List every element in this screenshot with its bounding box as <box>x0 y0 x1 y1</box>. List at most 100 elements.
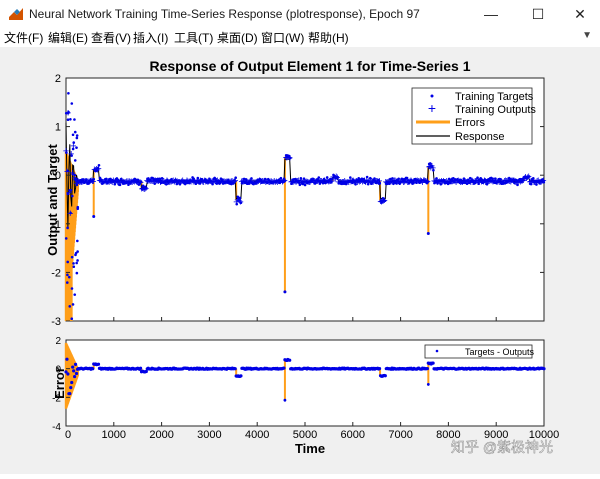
error-point <box>239 374 243 378</box>
target-point <box>66 273 69 277</box>
error-point <box>68 392 72 396</box>
error-point <box>377 366 382 371</box>
target-point <box>234 176 237 180</box>
error-point <box>431 361 435 365</box>
target-point <box>289 156 292 160</box>
target-point <box>75 136 79 140</box>
legend-response-label: Response <box>455 131 505 143</box>
response-y-tick-label: 1 <box>55 122 61 134</box>
x-axis-label: Time <box>295 441 325 456</box>
target-point <box>69 211 72 215</box>
x-tick-label: 2000 <box>149 429 173 441</box>
target-point <box>283 179 287 182</box>
x-tick-label: 7000 <box>388 429 412 441</box>
error-point <box>70 380 74 385</box>
watermark-text: 知乎 @紫极神光 <box>451 439 553 455</box>
target-point <box>64 237 68 240</box>
target-point <box>283 290 287 294</box>
error-point <box>283 398 287 402</box>
error-point <box>542 367 546 371</box>
target-point <box>70 317 74 321</box>
target-point <box>67 91 70 95</box>
menu-file[interactable]: 文件(F) <box>4 29 43 46</box>
error-point <box>69 386 73 390</box>
target-point <box>542 180 546 184</box>
target-point <box>70 154 73 157</box>
maximize-icon[interactable]: ☐ <box>516 0 560 28</box>
x-tick-label: 1000 <box>102 429 126 441</box>
error-point <box>426 383 430 386</box>
target-point <box>76 259 79 262</box>
menu-window[interactable]: 窗口(W) <box>261 29 304 46</box>
target-point <box>70 102 74 105</box>
target-point <box>73 159 77 162</box>
menu-insert[interactable]: 插入(I) <box>133 29 168 46</box>
target-point <box>75 271 79 275</box>
target-point <box>97 163 101 167</box>
target-point <box>73 293 77 296</box>
menu-edit[interactable]: 编辑(E) <box>48 29 88 46</box>
response-y-tick-label: -3 <box>51 316 61 328</box>
target-point <box>69 117 72 121</box>
figure-canvas: + + + + + + + + + + + + + + + + + + + + + + + + + + + + + + + + + + + + + + + +… <box>0 47 600 474</box>
target-point <box>66 226 69 230</box>
error-y-tick-label: 2 <box>55 336 61 347</box>
legend-errors-label: Errors <box>455 117 485 129</box>
target-point <box>65 281 69 284</box>
close-icon[interactable]: ✕ <box>558 0 600 28</box>
legend-outputs-label: Training Outputs <box>455 104 536 116</box>
target-point <box>432 168 435 172</box>
legend-targets-marker <box>430 94 434 98</box>
error-point <box>72 369 76 373</box>
target-point <box>69 188 73 192</box>
error-point <box>65 357 69 361</box>
target-point <box>66 118 70 122</box>
error-point <box>73 362 78 367</box>
target-point <box>72 262 75 265</box>
target-point <box>92 177 96 181</box>
target-point <box>75 261 78 265</box>
target-point <box>71 303 75 306</box>
legend-targets-label: Training Targets <box>455 91 534 103</box>
error-point <box>73 374 77 379</box>
menu-help[interactable]: 帮助(H) <box>308 29 349 46</box>
target-point <box>92 215 96 219</box>
menu-view[interactable]: 查看(V) <box>91 29 131 46</box>
legend-error-label: Targets - Outputs <box>465 347 535 357</box>
target-point <box>68 305 72 308</box>
target-point <box>70 255 74 259</box>
x-tick-label: 6000 <box>341 429 365 441</box>
error-point <box>383 374 387 378</box>
target-point <box>67 275 71 279</box>
error-point <box>96 362 101 366</box>
x-tick-label: 5000 <box>293 429 317 441</box>
window-titlebar: Neural Network Training Time-Series Resp… <box>0 0 600 29</box>
target-point <box>71 133 75 137</box>
error-point <box>282 366 286 370</box>
output-marker: + <box>430 162 436 174</box>
menu-tools[interactable]: 工具(T) <box>174 29 213 46</box>
response-y-tick-label: -2 <box>51 267 61 279</box>
menu-desktop[interactable]: 桌面(D) <box>217 29 258 46</box>
chevron-down-icon[interactable]: ▼ <box>582 30 592 41</box>
x-tick-label: 3000 <box>197 429 221 441</box>
target-point <box>66 111 70 115</box>
response-legend[interactable]: Training Targets + Training Outputs Erro… <box>411 87 536 145</box>
target-point <box>66 260 70 264</box>
error-point <box>425 366 429 371</box>
target-point <box>71 194 74 198</box>
minimize-icon[interactable]: — <box>469 0 513 28</box>
target-point <box>75 134 79 137</box>
error-point <box>71 365 75 369</box>
window-title: Neural Network Training Time-Series Resp… <box>29 7 420 21</box>
target-point <box>73 118 76 121</box>
target-point <box>70 287 74 290</box>
target-point <box>72 265 76 269</box>
target-point <box>71 147 75 151</box>
target-point <box>426 180 430 183</box>
error-legend[interactable]: Targets - Outputs <box>424 344 535 359</box>
error-point <box>74 371 79 376</box>
output-marker: + <box>540 175 546 187</box>
target-point <box>383 199 387 203</box>
target-point <box>239 201 243 205</box>
